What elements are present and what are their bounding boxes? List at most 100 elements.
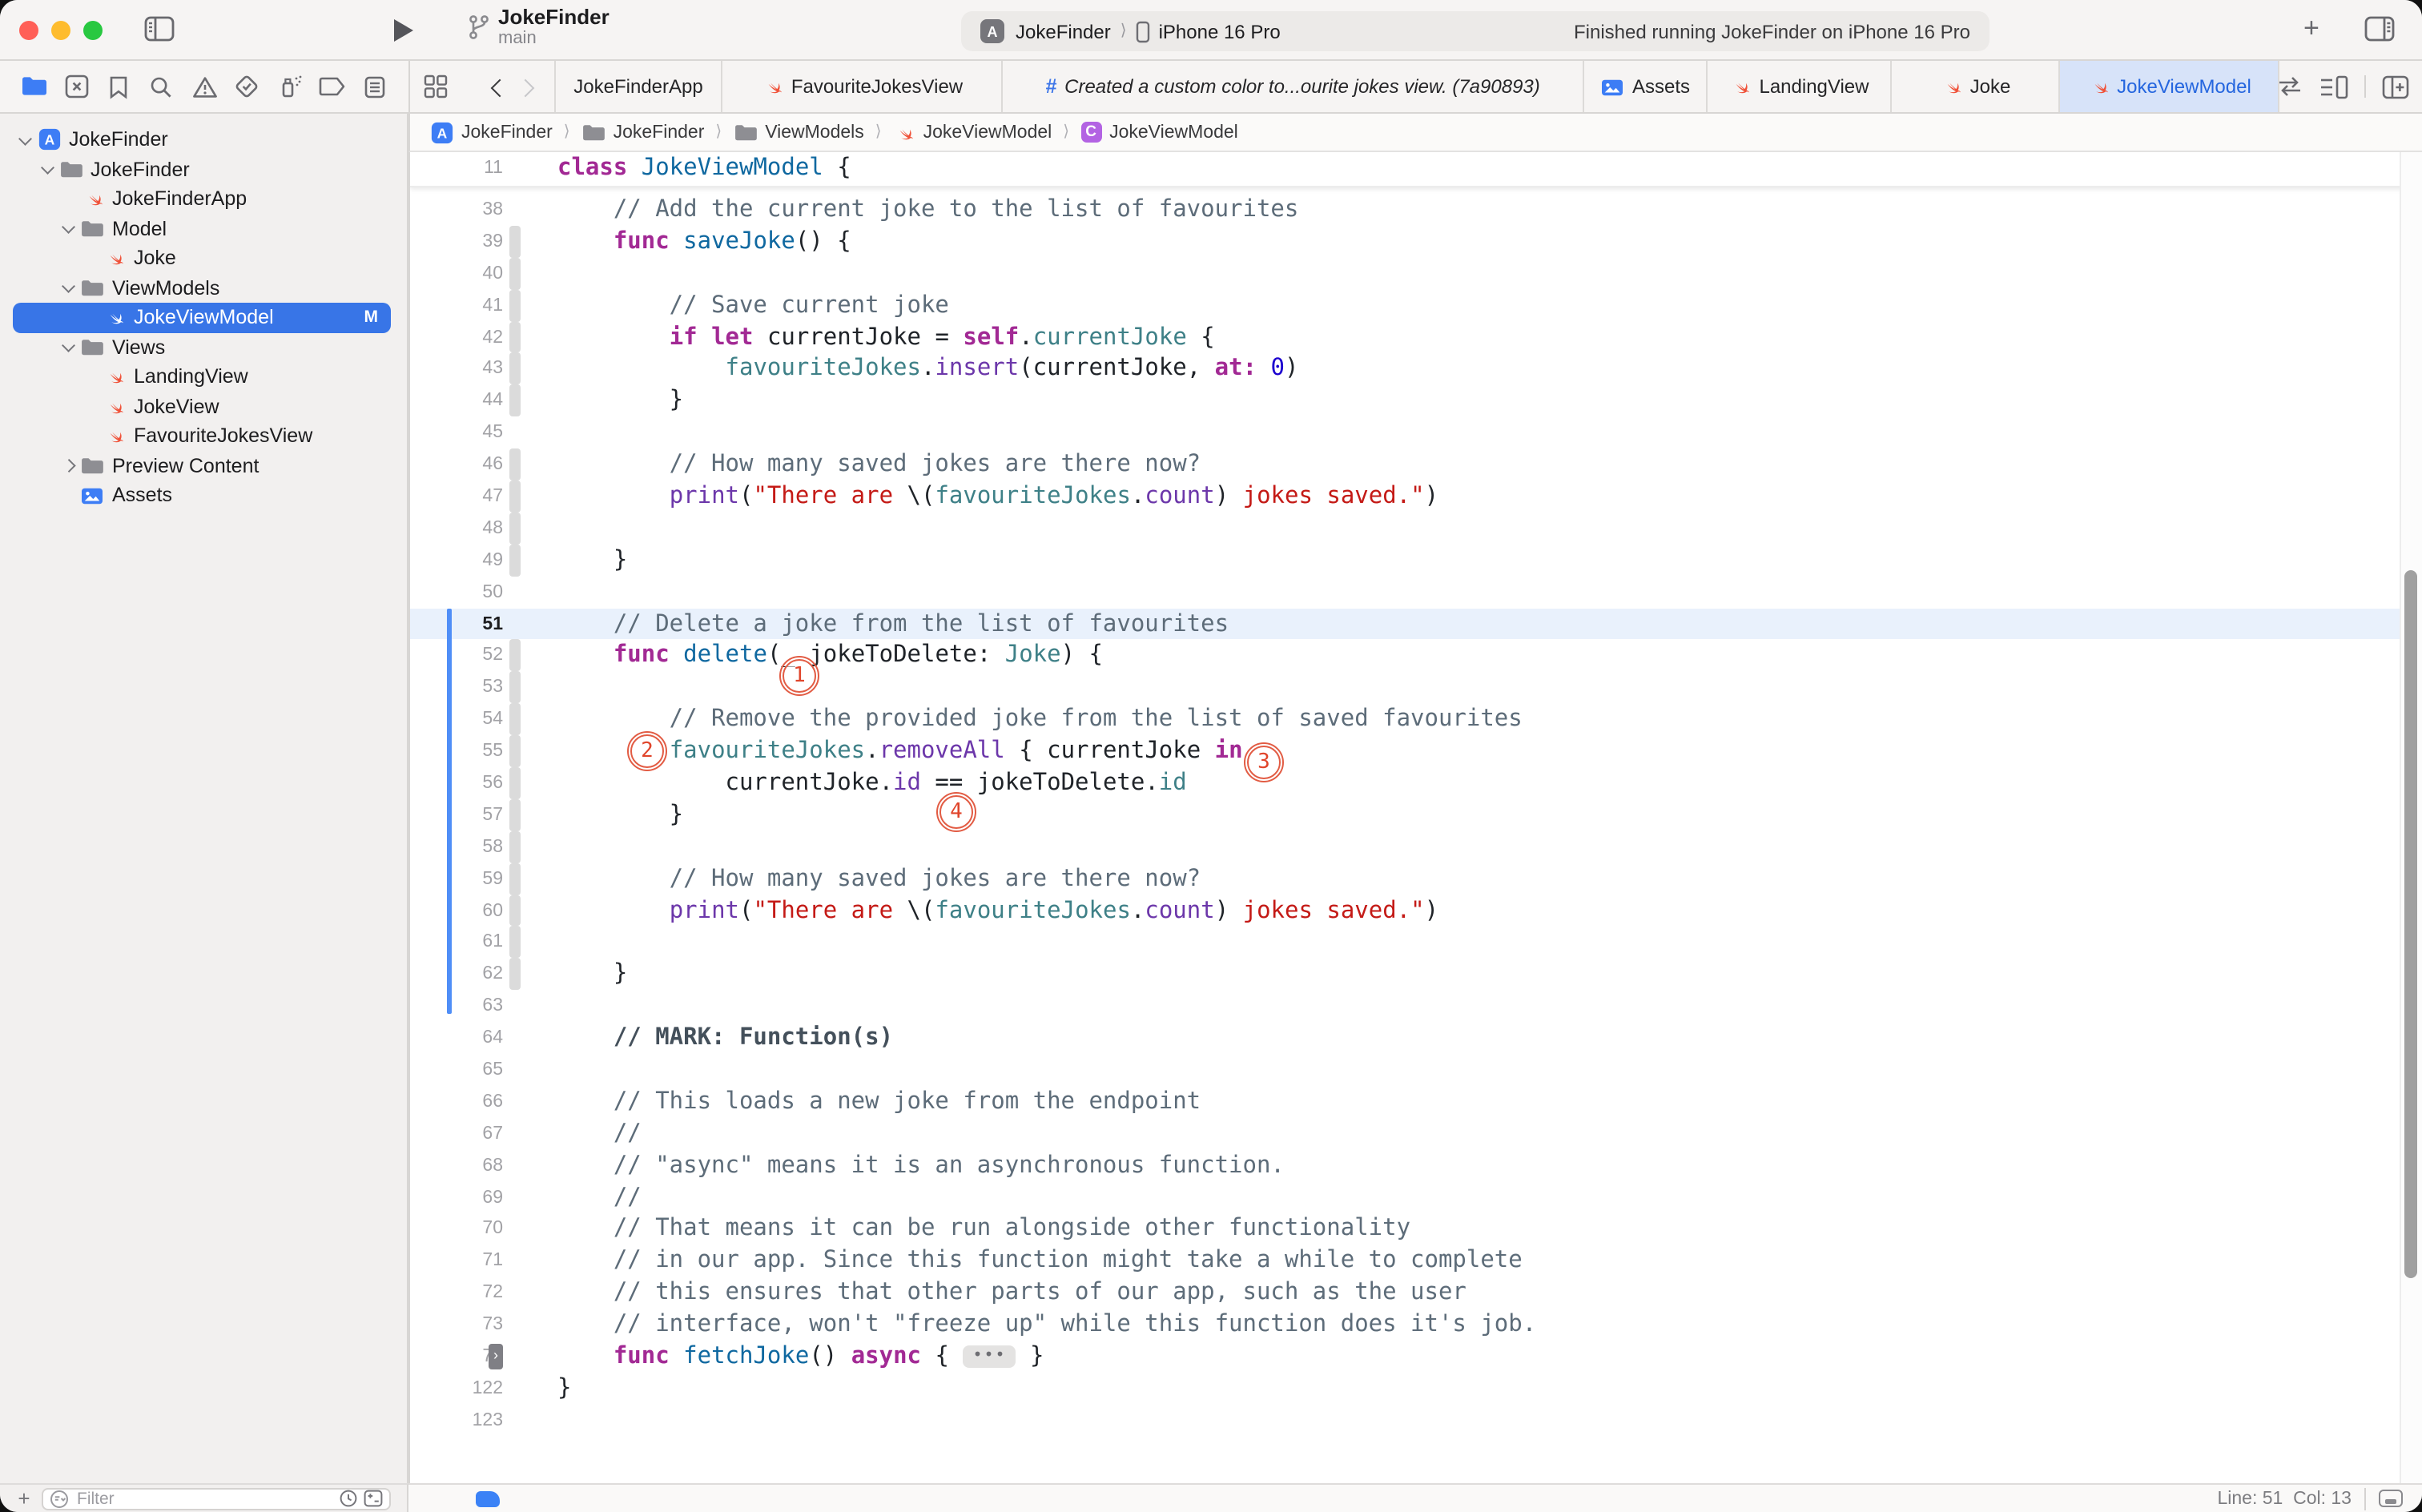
code-lines[interactable]: 38 // Add the current joke to the list o… bbox=[410, 194, 2400, 1436]
editor-tab-jokefinderapp[interactable]: JokeFinderApp bbox=[554, 61, 722, 112]
editor-mode-icon[interactable] bbox=[476, 1490, 500, 1506]
editor-tab-favouritejokesview[interactable]: FavouriteJokesView bbox=[722, 61, 1003, 112]
code-editor[interactable]: 11class JokeViewModel { 38 // Add the cu… bbox=[408, 152, 2422, 1483]
line-number[interactable]: 69 bbox=[410, 1188, 503, 1207]
chevron-down-icon[interactable] bbox=[59, 343, 78, 352]
folded-code-pill[interactable]: ••• bbox=[963, 1345, 1016, 1368]
minimize-window-button[interactable] bbox=[51, 21, 70, 40]
add-button[interactable]: + bbox=[2303, 13, 2319, 45]
line-number[interactable]: 40 bbox=[410, 263, 503, 283]
code-line[interactable]: 63 bbox=[410, 991, 2400, 1023]
editor-tab-assets[interactable]: Assets bbox=[1584, 61, 1708, 112]
code-line[interactable]: 57 } bbox=[410, 799, 2400, 831]
code-line[interactable]: 61 bbox=[410, 927, 2400, 959]
code-line[interactable]: 40 bbox=[410, 258, 2400, 290]
add-file-button[interactable]: + bbox=[14, 1486, 34, 1510]
line-number[interactable]: 46 bbox=[410, 455, 503, 474]
add-editor-icon[interactable] bbox=[2382, 74, 2409, 99]
recents-clock-icon[interactable] bbox=[340, 1490, 357, 1507]
line-number[interactable]: 62 bbox=[410, 965, 503, 984]
code-line[interactable]: 54 // Remove the provided joke from the … bbox=[410, 704, 2400, 736]
report-navigator-icon[interactable] bbox=[359, 70, 391, 103]
breakpoint-navigator-icon[interactable] bbox=[316, 70, 348, 103]
line-number[interactable]: 123 bbox=[410, 1411, 503, 1430]
code-line[interactable]: 123 bbox=[410, 1405, 2400, 1437]
related-items-grid-icon[interactable] bbox=[423, 74, 449, 99]
code-line[interactable]: 43 favouriteJokes.insert(currentJoke, at… bbox=[410, 353, 2400, 385]
line-number[interactable]: 53 bbox=[410, 678, 503, 698]
code-line[interactable]: 49 } bbox=[410, 545, 2400, 577]
scheme-app-name[interactable]: JokeFinder bbox=[1016, 20, 1111, 42]
code-line[interactable]: 44 } bbox=[410, 385, 2400, 417]
breadcrumb-item[interactable]: CJokeViewModel bbox=[1080, 122, 1238, 143]
chevron-down-icon[interactable] bbox=[59, 224, 78, 233]
code-line[interactable]: 73 // interface, won't "freeze up" while… bbox=[410, 1309, 2400, 1341]
line-number[interactable]: 58 bbox=[410, 838, 503, 857]
scheme-device[interactable]: iPhone 16 Pro bbox=[1159, 20, 1281, 42]
line-number[interactable]: 42 bbox=[410, 328, 503, 347]
line-number[interactable]: 68 bbox=[410, 1156, 503, 1175]
swap-editors-icon[interactable] bbox=[2276, 75, 2303, 98]
toggle-inspector-icon[interactable] bbox=[2364, 16, 2395, 42]
editor-tab-landingview[interactable]: LandingView bbox=[1708, 61, 1892, 112]
code-line[interactable]: 122} bbox=[410, 1373, 2400, 1405]
sidebar-item-favouritejokesview[interactable]: FavouriteJokesView bbox=[0, 421, 407, 451]
code-line[interactable]: 41 // Save current joke bbox=[410, 289, 2400, 321]
code-line[interactable]: 69 // bbox=[410, 1181, 2400, 1213]
editor-tab-created-a-custom-color-to-ouri[interactable]: #Created a custom color to...ourite joke… bbox=[1003, 61, 1584, 112]
project-navigator-icon[interactable] bbox=[18, 70, 50, 103]
minimap-icon[interactable] bbox=[2319, 74, 2348, 99]
line-number[interactable]: 54 bbox=[410, 710, 503, 729]
test-navigator-icon[interactable] bbox=[231, 70, 263, 103]
debug-navigator-icon[interactable] bbox=[274, 70, 306, 103]
code-line[interactable]: 58 bbox=[410, 831, 2400, 863]
line-number[interactable]: 57 bbox=[410, 806, 503, 825]
line-number[interactable]: 52 bbox=[410, 646, 503, 666]
issue-navigator-icon[interactable] bbox=[188, 70, 220, 103]
code-line[interactable]: 60 print("There are \(favouriteJokes.cou… bbox=[410, 895, 2400, 927]
scheme-selector[interactable]: A JokeFinder ⟩ iPhone 16 Pro Finished ru… bbox=[961, 11, 1990, 51]
code-line[interactable]: 52 func delete(_ jokeToDelete: Joke) { bbox=[410, 640, 2400, 672]
zoom-window-button[interactable] bbox=[83, 21, 103, 40]
line-number[interactable]: 73 bbox=[410, 1315, 503, 1334]
editor-tab-joke[interactable]: Joke bbox=[1892, 61, 2060, 112]
project-branch-block[interactable]: JokeFinder main bbox=[468, 5, 610, 50]
line-number[interactable]: 48 bbox=[410, 519, 503, 538]
line-number[interactable]: 55 bbox=[410, 742, 503, 761]
sidebar-item-landingview[interactable]: LandingView bbox=[0, 362, 407, 392]
sticky-declaration-row[interactable]: 11class JokeViewModel { bbox=[410, 152, 2422, 187]
sidebar-item-joke[interactable]: Joke bbox=[0, 243, 407, 273]
code-line[interactable]: 42 if let currentJoke = self.currentJoke… bbox=[410, 321, 2400, 353]
line-number[interactable]: 64 bbox=[410, 1028, 503, 1048]
sidebar-item-preview-content[interactable]: Preview Content bbox=[0, 451, 407, 481]
code-line[interactable]: 55 favouriteJokes.removeAll { currentJok… bbox=[410, 735, 2400, 767]
line-number[interactable]: 41 bbox=[410, 296, 503, 315]
code-line[interactable]: 59 // How many saved jokes are there now… bbox=[410, 863, 2400, 895]
sidebar-item-jokefinder[interactable]: AJokeFinder bbox=[0, 125, 407, 155]
line-number[interactable]: 60 bbox=[410, 901, 503, 920]
code-line[interactable]: 66 // This loads a new joke from the end… bbox=[410, 1086, 2400, 1118]
code-line[interactable]: 51 // Delete a joke from the list of fav… bbox=[410, 608, 2400, 640]
chevron-down-icon[interactable] bbox=[16, 135, 35, 144]
breadcrumb-item[interactable]: JokeFinder bbox=[581, 123, 705, 142]
chevron-right-icon[interactable] bbox=[59, 461, 78, 470]
line-number[interactable]: 50 bbox=[410, 582, 503, 601]
line-number[interactable]: 11 bbox=[410, 159, 503, 179]
code-line[interactable]: 70 // That means it can be run alongside… bbox=[410, 1213, 2400, 1245]
code-line[interactable]: 56 currentJoke.id == jokeToDelete.id bbox=[410, 767, 2400, 799]
run-button[interactable] bbox=[394, 19, 413, 42]
line-number[interactable]: 67 bbox=[410, 1124, 503, 1144]
bookmark-navigator-icon[interactable] bbox=[103, 70, 135, 103]
code-line[interactable]: 72 // this ensures that other parts of o… bbox=[410, 1277, 2400, 1309]
chevron-down-icon[interactable] bbox=[59, 284, 78, 292]
line-number[interactable]: 65 bbox=[410, 1060, 503, 1080]
breadcrumb-item[interactable]: ViewModels bbox=[733, 123, 864, 142]
code-line[interactable]: 38 // Add the current joke to the list o… bbox=[410, 194, 2400, 226]
sidebar-item-jokeviewmodel[interactable]: JokeViewModelM bbox=[0, 303, 407, 332]
go-back-button[interactable] bbox=[491, 79, 509, 98]
code-line[interactable]: 53 bbox=[410, 672, 2400, 704]
chevron-down-icon[interactable] bbox=[38, 165, 57, 174]
line-number[interactable]: 66 bbox=[410, 1092, 503, 1112]
scrollbar-thumb[interactable] bbox=[2404, 570, 2417, 1278]
close-window-button[interactable] bbox=[19, 21, 38, 40]
